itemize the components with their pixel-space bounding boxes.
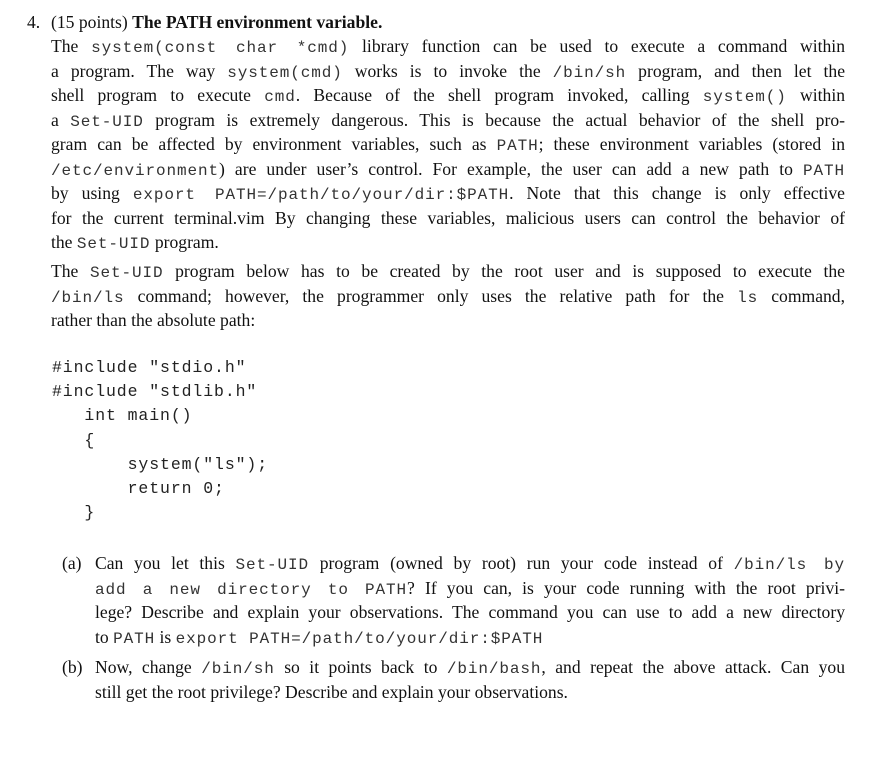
text-run: The: [51, 261, 90, 281]
text-run: . Note that this change is only effectiv…: [509, 183, 845, 203]
inline-code: system(cmd): [227, 63, 343, 82]
text-line: for the current terminal.vim By changing…: [51, 206, 845, 231]
text-run: The: [51, 36, 92, 56]
text-run: program (owned by root) run your code in…: [309, 553, 734, 573]
inline-code: Set-UID: [235, 556, 310, 574]
problem-points: (15 points): [51, 12, 128, 32]
text-run: is: [155, 626, 176, 647]
inline-code: PATH: [496, 137, 539, 155]
text-run: program.: [150, 232, 219, 252]
inline-code: Set-UID: [70, 112, 144, 131]
inline-code: /bin/sh: [552, 63, 627, 82]
program-description-paragraph: The Set-UID program below has to be crea…: [51, 259, 845, 333]
text-run: lege? Describe and explain your observat…: [95, 602, 845, 622]
code-line: system("ls");: [52, 454, 269, 474]
text-run: ; these environment variables (stored in: [538, 134, 845, 154]
subquestion-label: (a): [62, 553, 82, 573]
inline-code: PATH: [113, 629, 156, 648]
text-run: program is extremely dangerous. This is …: [143, 109, 845, 130]
text-line: /etc/environment) are under user’s contr…: [51, 157, 845, 182]
code-line: #include "stdio.h": [52, 358, 247, 377]
inline-code: ls: [737, 288, 759, 307]
text-line: the Set-UID program.: [51, 230, 845, 255]
text-line: gram can be affected by environment vari…: [51, 132, 845, 157]
text-line: The system(const char *cmd) library func…: [51, 34, 845, 59]
intro-paragraph: The system(const char *cmd) library func…: [51, 34, 845, 255]
text-run: by using: [51, 183, 133, 203]
text-run: command,: [758, 285, 845, 306]
text-run: ) are under user’s control. For example,…: [219, 158, 803, 179]
text-line: a Set-UID program is extremely dangerous…: [51, 108, 845, 133]
text-run: Now, change: [95, 657, 202, 677]
inline-code: system(): [702, 88, 787, 106]
code-line: #include "stdlib.h": [52, 382, 258, 402]
inline-code: /bin/bash: [446, 660, 542, 678]
text-line: The Set-UID program below has to be crea…: [51, 259, 845, 284]
inline-code: PATH: [802, 161, 845, 180]
inline-code: /bin/sh: [201, 660, 275, 678]
subquestion-body: Now, change /bin/sh so it points back to…: [95, 655, 845, 704]
text-run: a: [51, 109, 71, 130]
text-run: program below has to be created by the r…: [163, 261, 845, 281]
text-line: shell program to execute cmd. Because of…: [51, 83, 845, 108]
inline-code: add a new directory to PATH: [95, 580, 408, 599]
text-run: shell program to execute: [51, 85, 265, 105]
text-line: Can you let this Set-UID program (owned …: [95, 551, 845, 576]
code-line: {: [52, 430, 96, 450]
text-line: rather than the absolute path:: [51, 308, 845, 333]
problem-title: The PATH environment variable.: [132, 12, 383, 32]
text-line: a program. The way system(cmd) works is …: [51, 59, 845, 84]
code-line: return 0;: [52, 478, 225, 498]
text-run: program, and then let the: [626, 60, 845, 81]
code-line: }: [52, 503, 96, 523]
text-line: Now, change /bin/sh so it points back to…: [95, 655, 845, 680]
text-run: still get the root privilege? Describe a…: [95, 681, 568, 702]
text-run: the: [51, 232, 77, 252]
subquestion-body: Can you let this Set-UID program (owned …: [95, 551, 845, 649]
inline-code: /etc/environment: [51, 161, 220, 180]
inline-code: system(const char *cmd): [91, 39, 350, 57]
inline-code: /bin/ls: [51, 288, 125, 307]
text-run: so it points back to: [274, 657, 447, 677]
text-run: for the current terminal.vim By changing…: [51, 207, 845, 228]
inline-code: Set-UID: [89, 264, 164, 282]
text-run: . Because of the shell program invoked, …: [295, 85, 703, 105]
inline-code: export PATH=/path/to/your/dir:$PATH: [132, 186, 510, 204]
text-run: to: [95, 626, 114, 647]
text-line: by using export PATH=/path/to/your/dir:$…: [51, 181, 845, 206]
code-listing: #include "stdio.h" #include "stdlib.h" in…: [52, 356, 268, 525]
text-run: Can you let this: [95, 553, 236, 573]
text-line: /bin/ls command; however, the programmer…: [51, 284, 845, 309]
problem-header: 4. (15 points) The PATH environment varia…: [27, 10, 847, 34]
subquestion-label: (b): [62, 657, 83, 677]
text-run: works is to invoke the: [342, 60, 553, 81]
text-run: rather than the absolute path:: [51, 310, 256, 330]
problem-number: 4.: [27, 12, 41, 32]
code-line: int main(): [52, 406, 193, 426]
inline-code: Set-UID: [76, 235, 151, 253]
text-line: lege? Describe and explain your observat…: [95, 600, 845, 625]
text-line: still get the root privilege? Describe a…: [95, 680, 845, 705]
text-run: within: [786, 85, 845, 105]
text-run: library function can be used to execute …: [349, 36, 845, 56]
inline-code: cmd: [264, 88, 296, 106]
inline-code: /bin/ls by: [733, 556, 845, 574]
text-run: ? If you can, is your code running with …: [407, 577, 845, 598]
inline-code: export PATH=/path/to/your/dir:$PATH: [175, 629, 544, 648]
text-line: to PATH is export PATH=/path/to/your/dir…: [95, 625, 845, 650]
text-line: add a new directory to PATH? If you can,…: [95, 576, 845, 601]
text-run: command; however, the programmer only us…: [124, 285, 738, 306]
text-run: gram can be affected by environment vari…: [51, 134, 497, 154]
problem-heading: 4. (15 points) The PATH environment varia…: [27, 10, 847, 34]
text-run: , and repeat the above attack. Can you: [541, 657, 845, 677]
text-run: a program. The way: [51, 60, 228, 81]
